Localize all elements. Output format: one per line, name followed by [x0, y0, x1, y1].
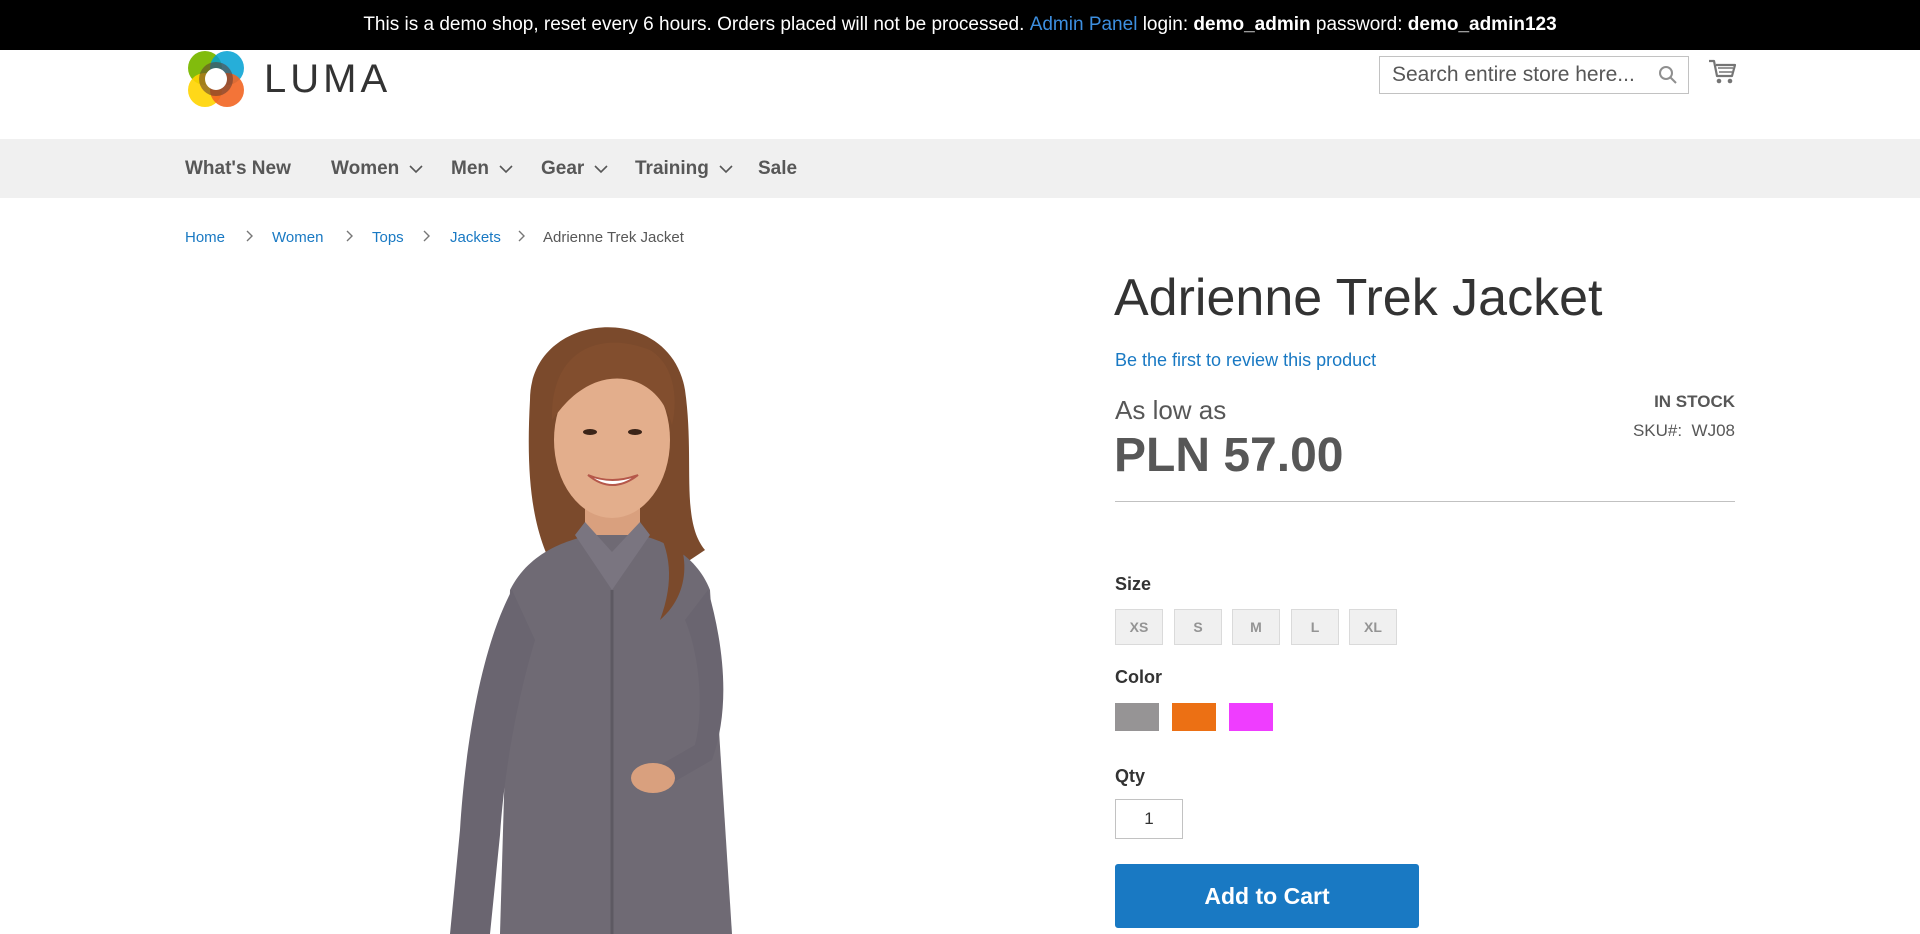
sku-value: WJ08 — [1691, 421, 1735, 440]
chevron-right-icon — [346, 229, 354, 246]
chevron-right-icon — [518, 229, 526, 246]
product-image[interactable] — [360, 290, 860, 934]
nav-item-women[interactable]: Women — [331, 139, 423, 198]
add-to-cart-button[interactable]: Add to Cart — [1115, 864, 1419, 928]
breadcrumb-jackets[interactable]: Jackets — [450, 229, 501, 246]
product-price: PLN 57.00 — [1114, 429, 1344, 482]
divider — [1115, 501, 1735, 502]
main-navigation: What's New Women Men Gear Training Sale — [0, 139, 1920, 198]
nav-item-label: Training — [635, 157, 709, 179]
admin-panel-link[interactable]: Admin Panel — [1030, 14, 1138, 36]
nav-item-label: Men — [451, 157, 489, 179]
search-input[interactable] — [1390, 57, 1664, 93]
stock-status: IN STOCK — [1654, 392, 1735, 411]
nav-item-whats-new[interactable]: What's New — [185, 139, 291, 198]
nav-item-training[interactable]: Training — [635, 139, 733, 198]
nav-item-label: Women — [331, 157, 400, 179]
banner-text: This is a demo shop, reset every 6 hours… — [363, 14, 1030, 35]
sku-label: SKU#: — [1632, 421, 1683, 440]
size-option-l[interactable]: L — [1291, 609, 1339, 645]
search-icon[interactable] — [1658, 65, 1678, 90]
nav-item-label: What's New — [185, 157, 291, 179]
sku: SKU#: WJ08 — [1633, 421, 1735, 441]
size-option-xs[interactable]: XS — [1115, 609, 1163, 645]
color-option-gray[interactable] — [1115, 703, 1159, 731]
chevron-down-icon — [409, 158, 423, 180]
banner-login-value: demo_admin — [1193, 14, 1311, 35]
nav-item-label: Gear — [541, 157, 585, 179]
size-option-s[interactable]: S — [1174, 609, 1222, 645]
qty-input[interactable] — [1115, 799, 1183, 839]
qty-label: Qty — [1115, 766, 1146, 786]
size-label: Size — [1115, 574, 1152, 594]
breadcrumb-tops[interactable]: Tops — [372, 229, 404, 246]
review-link[interactable]: Be the first to review this product — [1115, 350, 1376, 371]
banner-password-label: password: — [1310, 14, 1408, 35]
demo-notice-banner: This is a demo shop, reset every 6 hours… — [0, 0, 1920, 50]
product-title: Adrienne Trek Jacket — [1114, 269, 1603, 327]
color-label: Color — [1115, 667, 1162, 687]
luma-logo-icon — [188, 51, 244, 107]
nav-item-label: Sale — [758, 157, 798, 179]
cart-icon[interactable] — [1708, 58, 1737, 91]
chevron-down-icon — [594, 158, 608, 180]
nav-item-men[interactable]: Men — [451, 139, 513, 198]
breadcrumb-current: Adrienne Trek Jacket — [543, 229, 684, 246]
color-option-orange[interactable] — [1172, 703, 1216, 731]
search-box — [1379, 56, 1689, 94]
logo-text: LUMA — [264, 56, 392, 101]
banner-login-label: login: — [1137, 14, 1194, 35]
price-prefix: As low as — [1115, 395, 1227, 425]
size-option-xl[interactable]: XL — [1349, 609, 1397, 645]
chevron-down-icon — [499, 158, 513, 180]
chevron-down-icon — [719, 158, 733, 180]
luma-logo[interactable]: LUMA — [184, 46, 391, 112]
banner-password-value: demo_admin123 — [1407, 14, 1557, 35]
breadcrumb-home[interactable]: Home — [185, 229, 225, 246]
nav-item-sale[interactable]: Sale — [758, 139, 797, 198]
nav-item-gear[interactable]: Gear — [541, 139, 608, 198]
chevron-right-icon — [423, 229, 431, 246]
color-option-purple[interactable] — [1229, 703, 1273, 731]
size-option-m[interactable]: M — [1232, 609, 1280, 645]
chevron-right-icon — [246, 229, 254, 246]
breadcrumb-women[interactable]: Women — [272, 229, 323, 246]
